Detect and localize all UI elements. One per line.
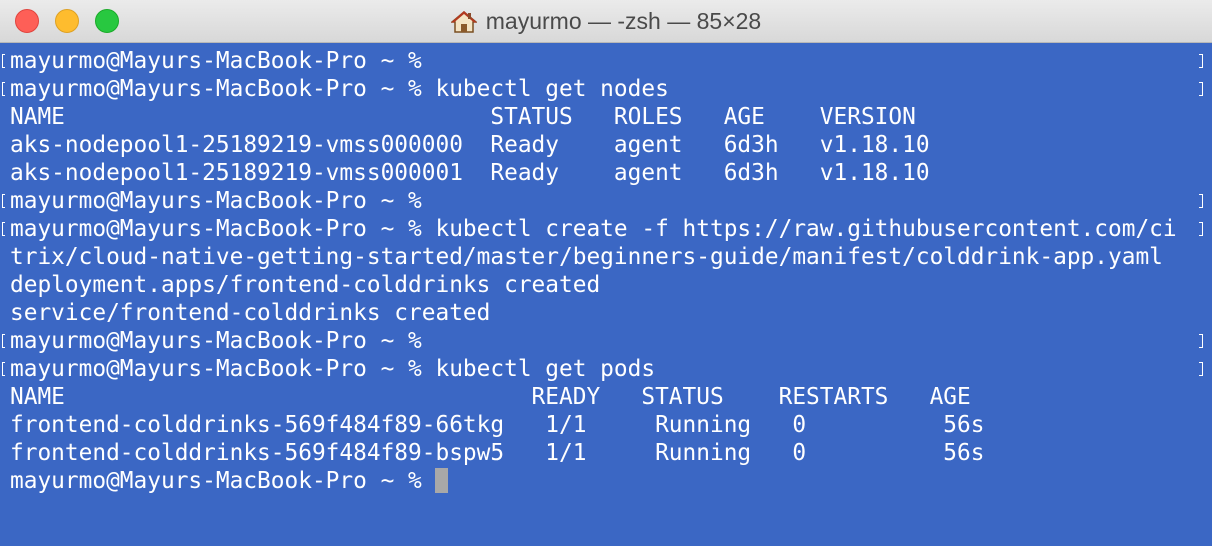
terminal-line: mayurmo@Mayurs-MacBook-Pro ~ % [10, 467, 1212, 495]
terminal-line-text: mayurmo@Mayurs-MacBook-Pro ~ % kubectl g… [10, 76, 669, 102]
prompt-mark-right [1199, 82, 1203, 96]
terminal-line: aks-nodepool1-25189219-vmss000001 Ready … [10, 159, 1212, 187]
terminal-line-text: trix/cloud-native-getting-started/master… [10, 244, 1163, 270]
terminal-line: frontend-colddrinks-569f484f89-66tkg 1/1… [10, 411, 1212, 439]
prompt-mark-left [2, 194, 5, 208]
terminal-line: deployment.apps/frontend-colddrinks crea… [10, 271, 1212, 299]
prompt-mark-left [2, 362, 5, 376]
terminal-line: mayurmo@Mayurs-MacBook-Pro ~ % kubectl g… [10, 75, 1212, 103]
terminal-line-text: mayurmo@Mayurs-MacBook-Pro ~ % kubectl c… [10, 216, 1177, 242]
window-title: mayurmo — -zsh — 85×28 [485, 8, 762, 34]
title-bar[interactable]: mayurmo — -zsh — 85×28 [0, 0, 1212, 43]
terminal-line: NAME STATUS ROLES AGE VERSION [10, 103, 1212, 131]
terminal-line-text: mayurmo@Mayurs-MacBook-Pro ~ % kubectl g… [10, 356, 656, 382]
prompt-mark-right [1199, 362, 1203, 376]
terminal-line-text: frontend-colddrinks-569f484f89-66tkg 1/1… [10, 412, 985, 438]
terminal-line-text: aks-nodepool1-25189219-vmss000001 Ready … [10, 160, 930, 186]
prompt-mark-left [2, 334, 5, 348]
home-icon [449, 10, 478, 34]
terminal-line-text: mayurmo@Mayurs-MacBook-Pro ~ % [10, 328, 422, 354]
terminal-line: service/frontend-colddrinks created [10, 299, 1212, 327]
terminal-line: mayurmo@Mayurs-MacBook-Pro ~ % [10, 47, 1212, 75]
terminal-line: mayurmo@Mayurs-MacBook-Pro ~ % [10, 327, 1212, 355]
prompt-mark-left [2, 54, 5, 68]
terminal-line-text: mayurmo@Mayurs-MacBook-Pro ~ % [10, 468, 436, 494]
prompt-mark-right [1199, 194, 1203, 208]
text-cursor [435, 467, 449, 493]
terminal-line-text: mayurmo@Mayurs-MacBook-Pro ~ % [10, 48, 422, 74]
terminal-line-text: deployment.apps/frontend-colddrinks crea… [10, 272, 601, 298]
terminal-line: mayurmo@Mayurs-MacBook-Pro ~ % kubectl g… [10, 355, 1212, 383]
terminal-line: frontend-colddrinks-569f484f89-bspw5 1/1… [10, 439, 1212, 467]
prompt-mark-left [2, 222, 5, 236]
terminal-line-text: service/frontend-colddrinks created [10, 300, 491, 326]
terminal-line: mayurmo@Mayurs-MacBook-Pro ~ % [10, 187, 1212, 215]
prompt-mark-right [1199, 54, 1203, 68]
terminal-line-text: mayurmo@Mayurs-MacBook-Pro ~ % [10, 188, 422, 214]
terminal-line: NAME READY STATUS RESTARTS AGE [10, 383, 1212, 411]
terminal-line-text: aks-nodepool1-25189219-vmss000000 Ready … [10, 132, 930, 158]
prompt-mark-left [2, 82, 5, 96]
terminal-line-text: NAME STATUS ROLES AGE VERSION [10, 104, 916, 130]
terminal-line: trix/cloud-native-getting-started/master… [10, 243, 1212, 271]
terminal-output[interactable]: mayurmo@Mayurs-MacBook-Pro ~ % mayurmo@Ma… [0, 43, 1212, 546]
terminal-line: aks-nodepool1-25189219-vmss000000 Ready … [10, 131, 1212, 159]
terminal-line-text: NAME READY STATUS RESTARTS AGE [10, 384, 971, 410]
prompt-mark-right [1199, 222, 1203, 236]
prompt-mark-right [1199, 334, 1203, 348]
terminal-line-text: frontend-colddrinks-569f484f89-bspw5 1/1… [10, 440, 985, 466]
terminal-line: mayurmo@Mayurs-MacBook-Pro ~ % kubectl c… [10, 215, 1212, 243]
window-title-area: mayurmo — -zsh — 85×28 [0, 0, 1212, 43]
terminal-window: mayurmo — -zsh — 85×28 mayurmo@Mayurs-Ma… [0, 0, 1212, 546]
